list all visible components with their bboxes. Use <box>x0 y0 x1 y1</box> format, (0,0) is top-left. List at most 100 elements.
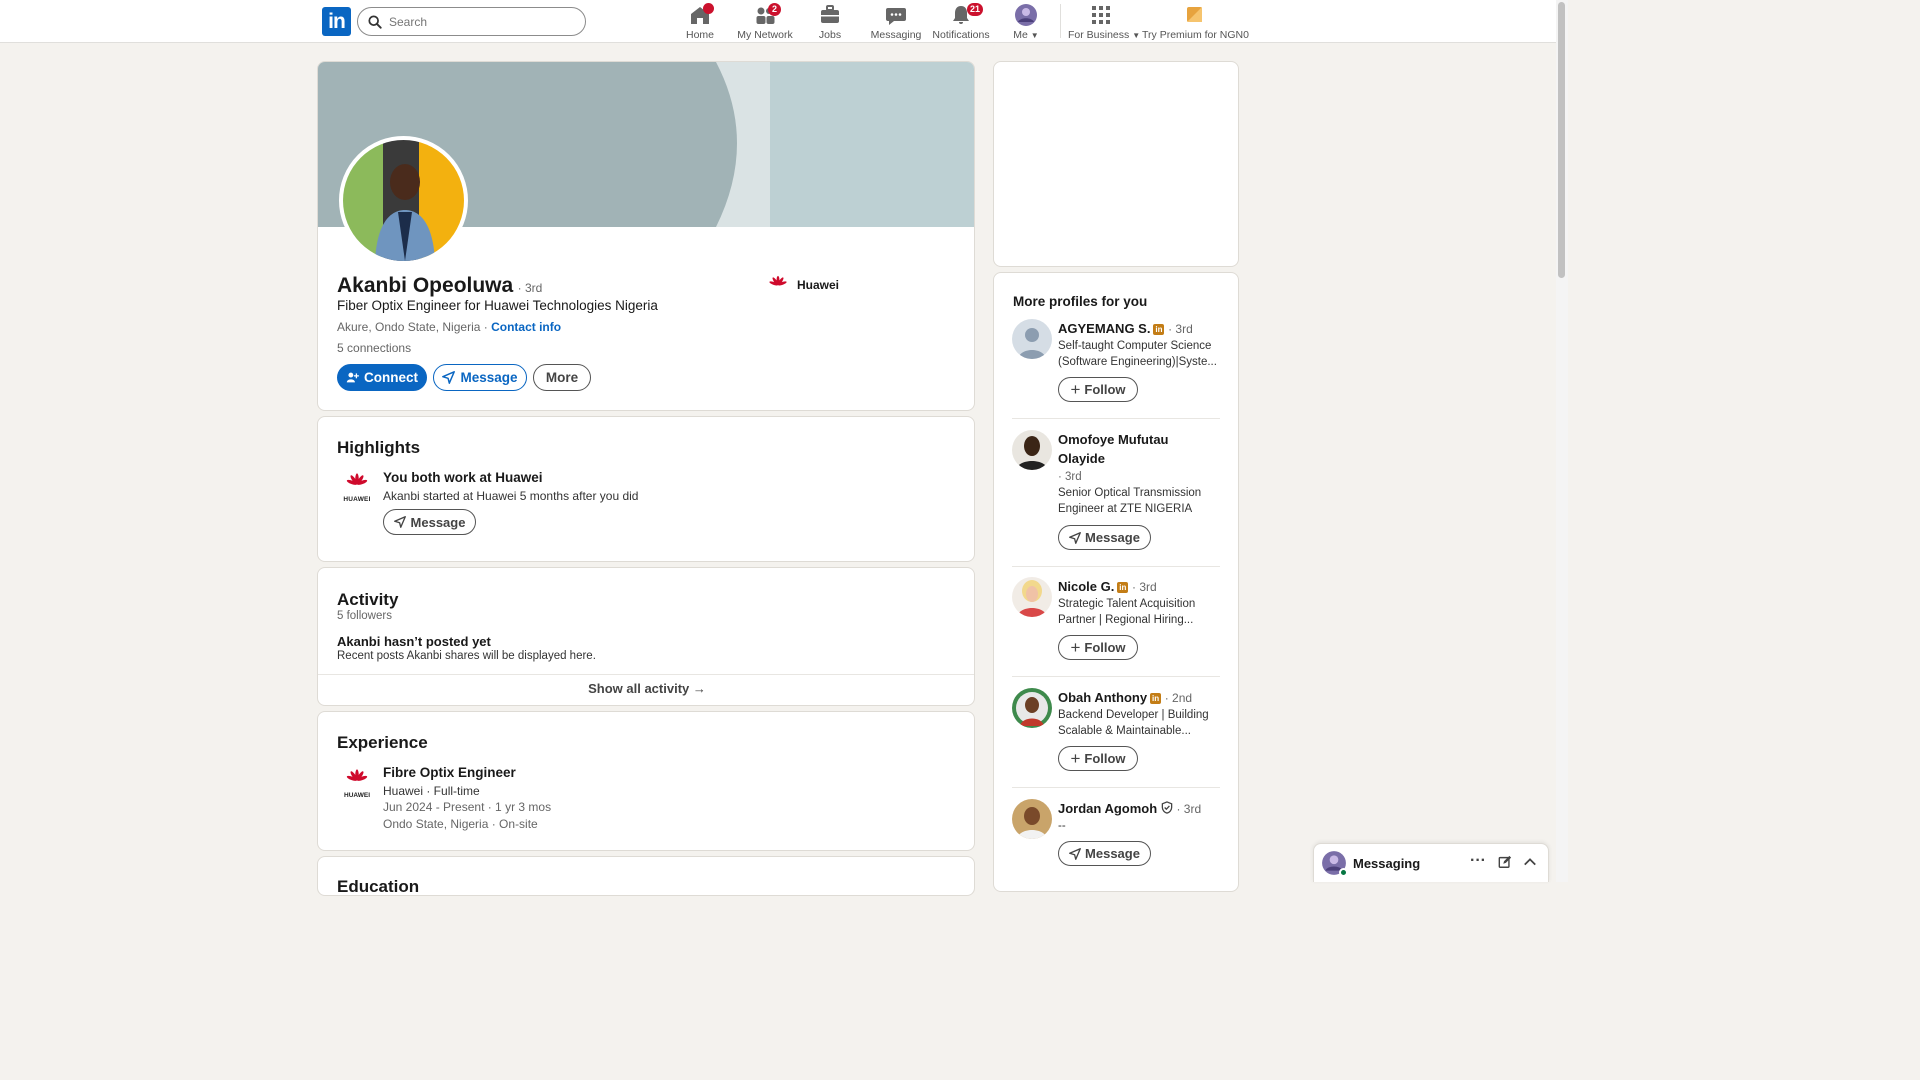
linkedin-premium-icon: in <box>1153 324 1165 335</box>
profile-headline: Fiber Optix Engineer for Huawei Technolo… <box>337 298 658 313</box>
connections-count: 5 connections <box>337 341 411 355</box>
nav-jobs[interactable]: Jobs <box>810 3 850 41</box>
plus-icon: + <box>1070 380 1081 399</box>
message-label: Message <box>1085 530 1140 545</box>
connect-button[interactable]: Connect <box>337 364 427 391</box>
nav-me[interactable]: Me ▼ <box>1006 3 1046 41</box>
premium-label: Try Premium for NGN0 <box>1142 29 1249 41</box>
profile-name-row: Jordan Agomoh · 3rd <box>1058 799 1218 819</box>
compose-icon[interactable] <box>1498 855 1512 874</box>
arrow-right-icon: → <box>692 681 706 696</box>
search-box[interactable] <box>357 7 586 36</box>
message-button[interactable]: Message <box>433 364 527 391</box>
plus-icon: + <box>1070 749 1081 768</box>
message-label: Message <box>410 514 466 530</box>
profile-name-row: Omofoye Mufutau Olayide <box>1058 430 1218 468</box>
huawei-logo-icon <box>346 473 368 485</box>
home-icon <box>688 3 714 27</box>
huawei-logo: HUAWEI <box>342 471 372 503</box>
send-icon <box>393 516 406 528</box>
divider <box>1012 676 1220 677</box>
avatar[interactable] <box>1012 430 1052 470</box>
huawei-logo-icon <box>769 275 787 286</box>
nav-messaging[interactable]: Messaging <box>870 3 922 41</box>
experience-role: Fibre Optix Engineer <box>383 765 516 780</box>
highlights-title: Highlights <box>337 438 421 457</box>
follow-label: Follow <box>1084 382 1126 397</box>
for-business-label: For Business ▼ <box>1068 29 1140 41</box>
activity-empty-title: Akanbi hasn’t posted yet <box>337 634 491 649</box>
suggested-desc: Backend Developer | Building Scalable & … <box>1058 709 1209 737</box>
huawei-wordmark: HUAWEI <box>344 792 370 799</box>
nav-try-premium[interactable]: Try Premium for NGN0 <box>1142 3 1249 41</box>
profile-photo[interactable] <box>339 136 468 265</box>
message-button[interactable]: Message <box>1058 525 1151 550</box>
highlight-title: You both work at Huawei <box>383 470 543 485</box>
follow-button[interactable]: + Follow <box>1058 377 1138 402</box>
search-input[interactable] <box>389 12 569 32</box>
profile-card: Akanbi Opeoluwa · 3rd Fiber Optix Engine… <box>317 61 975 411</box>
suggested-profile: Nicole G. in · 3rd Strategic Talent Acqui… <box>1012 577 1220 677</box>
highlight-message-button[interactable]: Message <box>383 509 476 535</box>
nav-label: Home <box>685 29 714 41</box>
verified-shield-icon <box>1161 800 1173 819</box>
chevron-up-icon[interactable] <box>1523 855 1537 874</box>
nav-home[interactable]: Home <box>680 3 720 41</box>
linkedin-logo[interactable]: in <box>322 7 351 36</box>
followers-count[interactable]: 5 followers <box>337 610 392 622</box>
send-icon <box>442 371 456 384</box>
current-company[interactable]: Huawei <box>767 274 839 296</box>
experience-location: Ondo State, Nigeria · On-site <box>383 817 538 831</box>
follow-button[interactable]: + Follow <box>1058 635 1138 660</box>
more-button[interactable]: More <box>533 364 591 391</box>
online-status-dot <box>1339 868 1348 877</box>
profile-name-row: AGYEMANG S. in · 3rd <box>1058 319 1218 339</box>
add-person-icon <box>346 372 359 383</box>
suggested-profile: Obah Anthony in · 2nd Backend Developer |… <box>1012 688 1220 788</box>
people-icon: 2 <box>753 3 781 27</box>
message-button[interactable]: Message <box>1058 841 1151 866</box>
avatar[interactable] <box>1012 799 1052 839</box>
avatar[interactable] <box>1012 319 1052 359</box>
huawei-wordmark: HUAWEI <box>343 496 371 503</box>
suggested-name[interactable]: Omofoye Mufutau Olayide <box>1058 432 1169 466</box>
linkedin-premium-icon: in <box>1117 582 1129 593</box>
experience-card: Experience HUAWEI Fibre Optix Engineer H… <box>317 711 975 851</box>
suggested-degree: · 3rd <box>1168 322 1193 336</box>
suggested-profile: AGYEMANG S. in · 3rd Self-taught Computer… <box>1012 319 1220 419</box>
show-all-activity-link[interactable]: Show all activity → <box>318 681 974 696</box>
scrollbar-thumb[interactable] <box>1558 2 1565 278</box>
suggested-name[interactable]: Nicole G. <box>1058 579 1114 594</box>
avatar[interactable] <box>1012 577 1052 617</box>
company-name: Huawei <box>797 278 840 292</box>
highlights-card: Highlights HUAWEI You both work at Huawe… <box>317 416 975 562</box>
education-title: Education <box>337 877 420 896</box>
suggested-name[interactable]: AGYEMANG S. <box>1058 321 1150 336</box>
top-navigation-bar: in Home 2 My Network Jobs Messaging <box>0 0 1556 43</box>
me-label-text: Me <box>1013 29 1028 41</box>
send-icon <box>1069 531 1081 544</box>
suggested-name[interactable]: Jordan Agomoh <box>1058 801 1157 816</box>
send-icon <box>1069 847 1081 860</box>
contact-info-link[interactable]: Contact info <box>491 320 561 334</box>
suggested-name[interactable]: Obah Anthony <box>1058 690 1147 705</box>
follow-button[interactable]: + Follow <box>1058 746 1138 771</box>
for-business-text: For Business <box>1068 29 1130 41</box>
activity-card: Activity 5 followers Akanbi hasn’t poste… <box>317 567 975 706</box>
avatar[interactable] <box>1012 688 1052 728</box>
follow-label: Follow <box>1084 751 1126 766</box>
suggested-degree: · 3rd <box>1176 802 1202 816</box>
profile-name-row: Akanbi Opeoluwa · 3rd <box>337 274 542 298</box>
connection-degree: · 3rd <box>517 281 543 295</box>
messaging-avatar <box>1321 850 1348 877</box>
nav-my-network[interactable]: 2 My Network <box>736 3 794 41</box>
profile-location: Akure, Ondo State, Nigeria · <box>337 320 488 334</box>
messaging-dock[interactable]: Messaging ··· <box>1313 843 1549 882</box>
huawei-logo[interactable]: HUAWEI <box>342 767 372 799</box>
more-options-icon[interactable]: ··· <box>1470 852 1486 870</box>
experience-title: Experience <box>337 733 428 752</box>
show-all-label: Show all activity <box>588 681 690 696</box>
messaging-label: Messaging <box>1353 856 1421 871</box>
nav-for-business[interactable]: For Business ▼ <box>1068 3 1140 41</box>
nav-notifications[interactable]: 21 Notifications <box>932 3 990 41</box>
